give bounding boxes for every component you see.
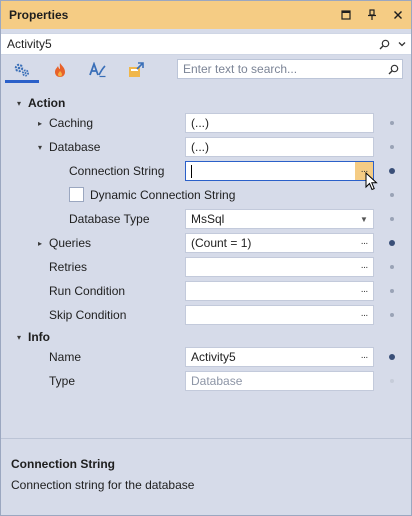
connection-string-input[interactable]: ··· [185,161,374,181]
property-label: Name [49,350,82,364]
property-label: Connection String [69,164,165,178]
close-icon [394,11,402,19]
value-text: (...) [191,116,209,130]
property-row-caching[interactable]: ▸ Caching (...) [1,111,411,135]
pin-button[interactable] [359,1,385,29]
text-caret [191,164,192,178]
value-text: MsSql [191,212,225,226]
tab-alphabetical[interactable] [81,59,115,83]
tab-properties[interactable] [5,59,39,83]
property-label: Queries [49,236,92,250]
description-text: Connection string for the database [11,478,195,492]
toolbar [1,57,411,85]
default-marker[interactable] [390,193,394,197]
property-label: Database Type [69,212,150,226]
type-value: Database [185,371,374,391]
properties-panel: Properties Activity5 Enter text to searc… [0,0,412,516]
property-row-dynamic-connection-string[interactable]: Dynamic Connection String [1,183,411,207]
caching-value[interactable]: (...) [185,113,374,133]
default-marker[interactable] [390,145,394,149]
property-label: Type [49,374,76,388]
default-marker[interactable] [390,217,394,221]
property-label: Run Condition [49,284,126,298]
value-text: Database [191,374,243,388]
collapse-arrow-icon[interactable]: ▾ [35,142,45,152]
ellipsis-button[interactable]: ··· [355,234,373,252]
collapse-arrow-icon[interactable]: ▾ [14,98,24,108]
ellipsis-button[interactable]: ··· [355,258,373,276]
queries-value[interactable]: (Count = 1) ··· [185,233,374,253]
chevron-down-icon[interactable] [393,40,411,48]
property-row-connection-string[interactable]: Connection String ··· [1,159,411,183]
expand-arrow-icon[interactable]: ▸ [35,238,45,248]
skip-condition-value[interactable]: ··· [185,305,374,325]
selected-object-name: Activity5 [7,37,52,51]
dynamic-connection-checkbox[interactable] [69,187,84,202]
search-icon[interactable] [375,39,393,50]
flame-icon [55,62,65,77]
ellipsis-button[interactable]: ··· [355,282,373,300]
default-marker[interactable] [390,265,394,269]
modified-marker[interactable] [389,168,395,174]
database-value[interactable]: (...) [185,137,374,157]
name-value[interactable]: Activity5 ··· [185,347,374,367]
default-marker[interactable] [390,289,394,293]
alphabetical-icon [89,61,106,77]
search-input[interactable] [178,62,384,76]
tab-events[interactable] [43,59,77,83]
property-row-database[interactable]: ▾ Database (...) [1,135,411,159]
retries-value[interactable]: ··· [185,257,374,277]
description-separator [1,438,411,439]
property-row-skip-condition[interactable]: Skip Condition ··· [1,303,411,327]
property-label: Database [49,140,101,154]
custom-properties-icon [129,61,144,77]
expand-arrow-icon[interactable]: ▸ [35,118,45,128]
database-type-select[interactable]: MsSql ▼ [185,209,374,229]
category-label: Info [28,330,50,344]
category-label: Action [28,96,66,110]
value-text: (Count = 1) [191,236,252,250]
property-row-database-type[interactable]: Database Type MsSql ▼ [1,207,411,231]
panel-title: Properties [9,8,69,22]
mouse-cursor-icon [365,172,378,191]
value-text: Activity5 [191,350,236,364]
title-bar: Properties [1,1,411,29]
property-row-queries[interactable]: ▸ Queries (Count = 1) ··· [1,231,411,255]
dropdown-icon [341,10,351,20]
default-marker[interactable] [390,121,394,125]
description-title: Connection String [11,457,115,471]
gears-icon [14,63,29,76]
property-label: Skip Condition [49,308,127,322]
modified-marker[interactable] [389,240,395,246]
modified-marker[interactable] [389,354,395,360]
ellipsis-button[interactable]: ··· [355,348,373,366]
default-marker[interactable] [390,313,394,317]
pin-icon [368,9,376,20]
property-row-name[interactable]: Name Activity5 ··· [1,345,411,369]
close-button[interactable] [385,1,411,29]
search-box[interactable] [177,59,403,79]
readonly-marker [390,379,394,383]
collapse-arrow-icon[interactable]: ▾ [14,332,24,342]
property-label: Retries [49,260,88,274]
run-condition-value[interactable]: ··· [185,281,374,301]
property-row-type[interactable]: Type Database [1,369,411,393]
property-row-retries[interactable]: Retries ··· [1,255,411,279]
object-selector[interactable]: Activity5 [1,33,411,55]
property-row-run-condition[interactable]: Run Condition ··· [1,279,411,303]
ellipsis-button[interactable]: ··· [355,306,373,324]
property-label: Dynamic Connection String [90,188,236,202]
value-text: (...) [191,140,209,154]
dropdown-button[interactable] [333,1,359,29]
property-label: Caching [49,116,94,130]
chevron-down-icon[interactable]: ▼ [355,215,373,224]
tab-custom[interactable] [119,59,153,83]
search-icon[interactable] [384,64,402,75]
